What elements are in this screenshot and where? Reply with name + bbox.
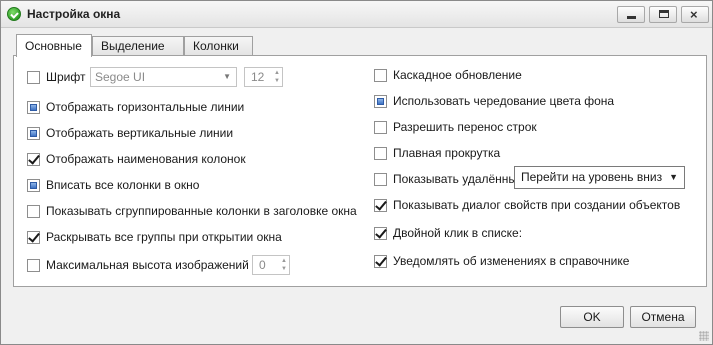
cascade-update-checkbox[interactable] (374, 68, 387, 82)
horizontal-lines-checkbox[interactable] (27, 100, 40, 114)
resize-grip-icon[interactable] (699, 331, 709, 341)
props-dialog-label: Показывать диалог свойств при создании о… (393, 198, 681, 212)
vertical-lines-checkbox[interactable] (27, 126, 40, 140)
double-click-action-value: Перейти на уровень вниз (521, 170, 663, 184)
smooth-scroll-option[interactable]: Плавная прокрутка (374, 144, 500, 162)
double-click-label: Двойной клик в списке: (393, 226, 523, 240)
font-option[interactable]: Шрифт (27, 68, 85, 86)
font-checkbox[interactable] (27, 70, 40, 84)
expand-groups-option[interactable]: Раскрывать все группы при открытии окна (27, 228, 282, 246)
max-image-height-option[interactable]: Максимальная высота изображений (27, 256, 249, 274)
alternate-bg-option[interactable]: Использовать чередование цвета фона (374, 92, 614, 110)
double-click-action-dropdown[interactable]: Перейти на уровень вниз ▼ (514, 166, 685, 189)
settings-dialog: Настройка окна × Основные Выделение Коло… (0, 0, 713, 345)
cascade-update-label: Каскадное обновление (393, 68, 522, 82)
column-names-label: Отображать наименования колонок (46, 152, 246, 166)
cancel-button[interactable]: Отмена (630, 306, 696, 328)
word-wrap-label: Разрешить перенос строк (393, 120, 537, 134)
fit-columns-option[interactable]: Вписать все колонки в окно (27, 176, 199, 194)
notify-changes-checkbox[interactable] (374, 254, 387, 268)
alternate-bg-label: Использовать чередование цвета фона (393, 94, 615, 108)
notify-changes-option[interactable]: Уведомлять об изменениях в справочнике (374, 252, 629, 270)
word-wrap-checkbox[interactable] (374, 120, 387, 134)
window-title: Настройка окна (27, 7, 121, 21)
title-bar[interactable]: Настройка окна × (1, 1, 712, 28)
font-combo-value: Segoe UI (95, 70, 146, 84)
chevron-down-icon: ▼ (669, 172, 678, 182)
alternate-bg-checkbox[interactable] (374, 94, 387, 108)
smooth-scroll-checkbox[interactable] (374, 146, 387, 160)
font-combo[interactable]: Segoe UI ▼ (90, 67, 237, 87)
tab-selection[interactable]: Выделение (92, 36, 184, 56)
word-wrap-option[interactable]: Разрешить перенос строк (374, 118, 537, 136)
font-label: Шрифт (46, 70, 86, 84)
column-names-checkbox[interactable] (27, 152, 40, 166)
spin-down-icon[interactable]: ▼ (281, 266, 287, 273)
show-deleted-checkbox[interactable] (374, 172, 387, 186)
smooth-scroll-label: Плавная прокрутка (393, 146, 501, 160)
max-image-height-spinner[interactable]: 0 ▲ ▼ (252, 255, 290, 275)
column-names-option[interactable]: Отображать наименования колонок (27, 150, 246, 168)
cascade-update-option[interactable]: Каскадное обновление (374, 66, 522, 84)
double-click-checkbox[interactable] (374, 226, 387, 240)
ok-button[interactable]: OK (560, 306, 624, 328)
minimize-icon (627, 16, 636, 19)
spin-up-icon[interactable]: ▲ (281, 258, 287, 265)
fit-columns-label: Вписать все колонки в окно (46, 178, 200, 192)
maximize-button[interactable] (649, 6, 677, 23)
grouped-header-checkbox[interactable] (27, 204, 40, 218)
vertical-lines-option[interactable]: Отображать вертикальные линии (27, 124, 233, 142)
fit-columns-checkbox[interactable] (27, 178, 40, 192)
double-click-option[interactable]: Двойной клик в списке: (374, 224, 522, 242)
props-dialog-option[interactable]: Показывать диалог свойств при создании о… (374, 196, 680, 214)
max-image-height-checkbox[interactable] (27, 258, 40, 272)
tab-columns[interactable]: Колонки (184, 36, 253, 56)
app-logo-icon (7, 7, 21, 21)
max-image-height-label: Максимальная высота изображений (46, 258, 249, 272)
vertical-lines-label: Отображать вертикальные линии (46, 126, 234, 140)
horizontal-lines-label: Отображать горизонтальные линии (46, 100, 245, 114)
minimize-button[interactable] (617, 6, 645, 23)
notify-changes-label: Уведомлять об изменениях в справочнике (393, 254, 630, 268)
font-size-spinner[interactable]: 12 ▲ ▼ (244, 67, 283, 87)
expand-groups-checkbox[interactable] (27, 230, 40, 244)
spin-down-icon[interactable]: ▼ (274, 78, 280, 85)
grouped-header-option[interactable]: Показывать сгруппированные колонки в заг… (27, 202, 357, 220)
maximize-icon (659, 10, 669, 18)
font-size-value: 12 (251, 70, 265, 84)
props-dialog-checkbox[interactable] (374, 198, 387, 212)
grouped-header-label: Показывать сгруппированные колонки в заг… (46, 204, 357, 218)
max-image-height-value: 0 (259, 258, 266, 272)
tab-general[interactable]: Основные (16, 34, 92, 57)
close-icon: × (690, 7, 698, 22)
expand-groups-label: Раскрывать все группы при открытии окна (46, 230, 282, 244)
spin-up-icon[interactable]: ▲ (274, 70, 280, 77)
horizontal-lines-option[interactable]: Отображать горизонтальные линии (27, 98, 244, 116)
chevron-down-icon: ▼ (223, 72, 231, 81)
close-button[interactable]: × (681, 6, 709, 23)
